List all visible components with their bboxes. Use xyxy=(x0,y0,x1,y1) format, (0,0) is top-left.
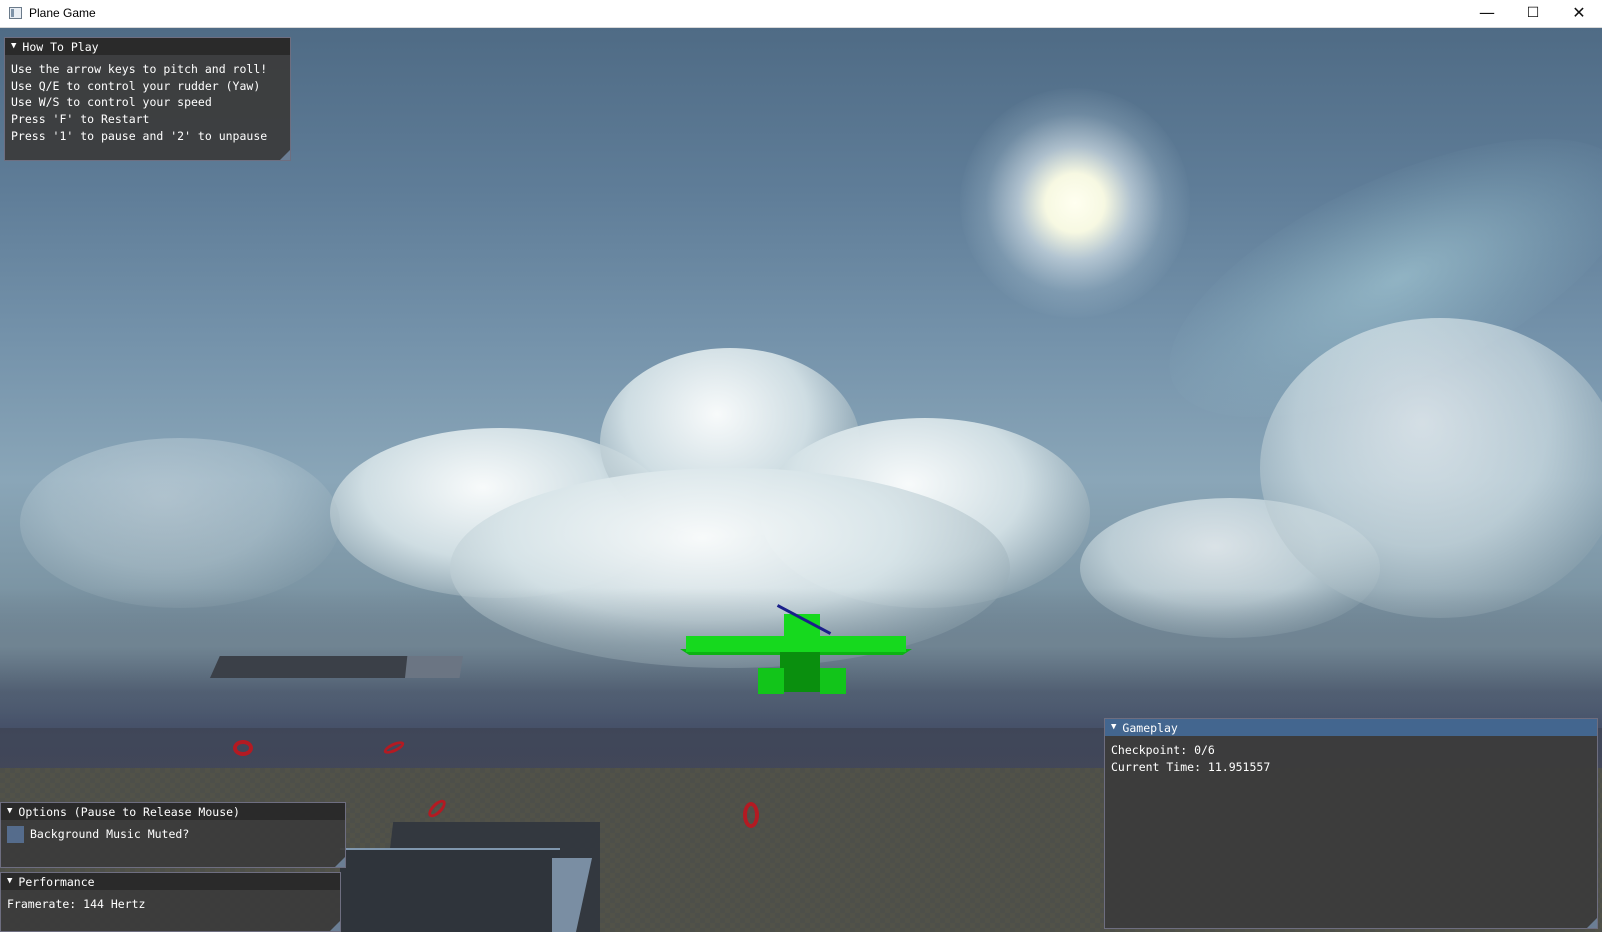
collapse-arrow-icon[interactable]: ▼ xyxy=(11,38,16,55)
resize-grip[interactable] xyxy=(335,857,345,867)
how-to-play-panel[interactable]: ▼ How To Play Use the arrow keys to pitc… xyxy=(4,37,291,161)
gameplay-title: Gameplay xyxy=(1122,720,1178,735)
performance-header[interactable]: ▼ Performance xyxy=(1,873,340,890)
close-button[interactable]: ✕ xyxy=(1556,0,1602,28)
plane-fuselage xyxy=(780,652,820,692)
checkpoint-ring xyxy=(233,740,253,756)
platform-block-face xyxy=(405,656,463,678)
framerate-text: Framerate: 144 Hertz xyxy=(7,897,146,911)
window-titlebar[interactable]: Plane Game — ☐ ✕ xyxy=(0,0,1602,28)
window-title: Plane Game xyxy=(29,6,96,20)
performance-body: Framerate: 144 Hertz xyxy=(1,890,340,919)
music-muted-checkbox[interactable] xyxy=(7,826,24,843)
options-title: Options (Pause to Release Mouse) xyxy=(18,804,240,819)
cloud xyxy=(20,438,340,608)
resize-grip[interactable] xyxy=(280,150,290,160)
how-to-play-body: Use the arrow keys to pitch and roll! Us… xyxy=(5,55,290,151)
how-to-play-title: How To Play xyxy=(22,39,99,54)
plane-tail-left xyxy=(758,668,784,694)
player-plane xyxy=(680,578,920,708)
current-time-text: Current Time: 11.951557 xyxy=(1111,759,1271,774)
gameplay-body: Checkpoint: 0/6 Current Time: 11.951557 xyxy=(1105,736,1597,781)
options-panel[interactable]: ▼ Options (Pause to Release Mouse) Backg… xyxy=(0,802,346,868)
plane-wing xyxy=(686,636,906,652)
sun xyxy=(960,88,1190,318)
collapse-arrow-icon[interactable]: ▼ xyxy=(7,873,12,890)
instruction-line: Press '1' to pause and '2' to unpause xyxy=(11,128,268,143)
performance-title: Performance xyxy=(18,874,95,889)
performance-panel[interactable]: ▼ Performance Framerate: 144 Hertz xyxy=(0,872,341,932)
maximize-button[interactable]: ☐ xyxy=(1510,0,1556,28)
instruction-line: Use W/S to control your speed xyxy=(11,95,212,110)
gameplay-header[interactable]: ▼ Gameplay xyxy=(1105,719,1597,736)
music-muted-label: Background Music Muted? xyxy=(30,827,190,842)
instruction-line: Press 'F' to Restart xyxy=(11,112,150,127)
options-header[interactable]: ▼ Options (Pause to Release Mouse) xyxy=(1,803,345,820)
resize-grip[interactable] xyxy=(1587,918,1597,928)
instruction-line: Use the arrow keys to pitch and roll! xyxy=(11,62,268,76)
platform-block-face xyxy=(340,848,560,932)
checkpoint-ring xyxy=(743,802,759,828)
collapse-arrow-icon[interactable]: ▼ xyxy=(1111,719,1116,736)
options-body: Background Music Muted? xyxy=(1,820,345,849)
resize-grip[interactable] xyxy=(330,921,340,931)
instruction-line: Use Q/E to control your rudder (Yaw) xyxy=(11,78,261,93)
music-muted-row[interactable]: Background Music Muted? xyxy=(7,826,339,843)
minimize-button[interactable]: — xyxy=(1464,0,1510,28)
checkpoint-text: Checkpoint: 0/6 xyxy=(1111,743,1215,757)
how-to-play-header[interactable]: ▼ How To Play xyxy=(5,38,290,55)
plane-tail-right xyxy=(820,668,846,694)
collapse-arrow-icon[interactable]: ▼ xyxy=(7,803,12,820)
gameplay-panel[interactable]: ▼ Gameplay Checkpoint: 0/6 Current Time:… xyxy=(1104,718,1598,929)
cloud xyxy=(1260,318,1602,618)
app-icon xyxy=(9,7,22,19)
